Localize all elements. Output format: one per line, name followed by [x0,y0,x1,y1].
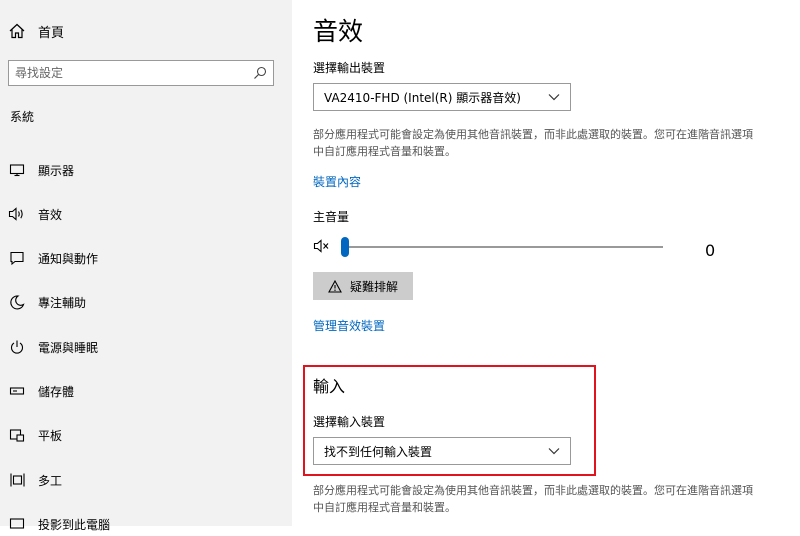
sidebar-item-label: 儲存體 [38,384,75,399]
sidebar-item-display[interactable]: 顯示器 [8,158,278,182]
master-volume-label: 主音量 [313,210,350,224]
sidebar-item-project[interactable]: 投影到此電腦 [8,512,278,536]
home-label: 首頁 [38,25,65,41]
power-icon [8,338,26,356]
sidebar-item-sound[interactable]: 音效 [8,202,278,226]
manage-sound-devices-link[interactable]: 管理音效裝置 [313,317,385,334]
output-device-label: 選擇輸出裝置 [313,61,386,75]
home-icon [9,23,25,39]
sidebar-item-label: 平板 [38,428,63,443]
page-title: 音效 [313,17,364,46]
troubleshoot-label: 疑難排解 [349,279,398,294]
sidebar-item-power[interactable]: 電源與睡眠 [8,335,278,359]
projector-icon [8,515,26,533]
section-label-system: 系統 [10,110,35,124]
search-input[interactable] [15,66,253,80]
sidebar-item-label: 顯示器 [38,163,75,178]
sidebar-item-label: 電源與睡眠 [38,340,99,355]
sidebar-item-tablet[interactable]: 平板 [8,423,278,447]
sidebar-item-label: 通知與動作 [38,251,99,266]
moon-icon [8,293,26,311]
search-icon[interactable] [253,66,267,80]
volume-slider[interactable] [313,236,733,258]
sidebar-item-multitasking[interactable]: 多工 [8,468,278,492]
main-content: 音效 選擇輸出裝置 VA2410-FHD (Intel(R) 顯示器音效) 部分… [292,0,800,526]
speaker-icon [8,205,26,223]
volume-value: 0 [705,241,716,260]
sidebar-item-focus-assist[interactable]: 專注輔助 [8,290,278,314]
troubleshoot-button[interactable]: 疑難排解 [313,272,413,300]
input-description: 部分應用程式可能會設定為使用其他音訊裝置，而非此處選取的裝置。您可在進階音訊選項… [313,484,753,514]
warning-icon [328,279,342,293]
output-description: 部分應用程式可能會設定為使用其他音訊裝置，而非此處選取的裝置。您可在進階音訊選項… [313,128,753,158]
search-box[interactable] [8,60,274,86]
multitasking-icon [8,471,26,489]
output-device-value: VA2410-FHD (Intel(R) 顯示器音效) [324,90,521,105]
sidebar-item-label: 投影到此電腦 [38,517,111,532]
chevron-down-icon [548,94,560,101]
sidebar: 首頁 系統 顯示器 音效 通知與動作 專注輔助 電源與睡眠 儲存體 平板 多工 … [0,0,292,532]
notification-icon [8,249,26,267]
nav-home[interactable]: 首頁 [8,20,64,42]
device-properties-link[interactable]: 裝置內容 [313,173,361,190]
sidebar-item-notifications[interactable]: 通知與動作 [8,246,278,270]
sidebar-item-label: 多工 [38,473,63,488]
monitor-icon [8,161,26,179]
volume-thumb[interactable] [341,237,349,257]
sidebar-item-storage[interactable]: 儲存體 [8,379,278,403]
input-section-highlight [303,365,596,476]
storage-icon [8,382,26,400]
sidebar-item-label: 音效 [38,207,63,222]
output-device-dropdown[interactable]: VA2410-FHD (Intel(R) 顯示器音效) [313,83,571,111]
mute-speaker-icon[interactable] [313,238,331,254]
tablet-icon [8,426,26,444]
sidebar-item-label: 專注輔助 [38,295,87,310]
volume-track[interactable] [343,246,663,248]
